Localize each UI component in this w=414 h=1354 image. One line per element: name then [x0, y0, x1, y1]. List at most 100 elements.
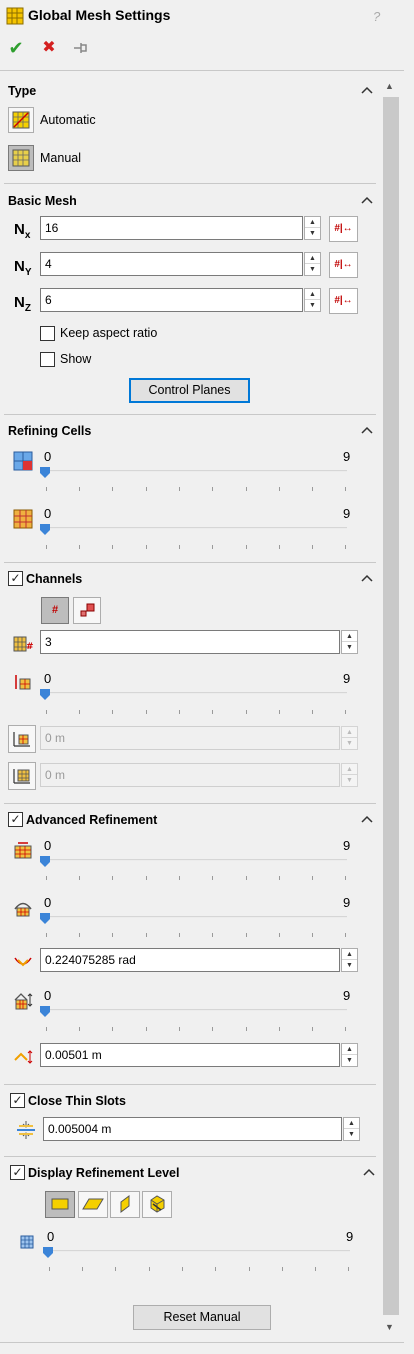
curvature-refinement-slider[interactable] — [44, 916, 347, 918]
max-channel-height-stepper[interactable]: ▲ ▼ — [341, 763, 358, 787]
min-channel-height-stepper[interactable]: ▲ ▼ — [341, 726, 358, 750]
automatic-button[interactable] — [8, 107, 34, 133]
spin-up-icon[interactable]: ▲ — [344, 1118, 359, 1129]
nz-stepper[interactable]: ▲ ▼ — [304, 288, 321, 312]
manual-mesh-icon — [12, 149, 30, 167]
spin-down-icon[interactable]: ▼ — [305, 228, 320, 239]
ok-button[interactable]: ✔ — [6, 38, 26, 58]
nx-field[interactable] — [40, 216, 303, 240]
spin-up-icon[interactable]: ▲ — [305, 217, 320, 228]
ny-cell-size-button[interactable]: #|↔ — [329, 252, 358, 278]
slider-value: 0 — [44, 895, 52, 910]
spin-up-icon[interactable]: ▲ — [305, 253, 320, 264]
close-thin-slots-checkbox[interactable]: ✓ — [10, 1093, 25, 1108]
thin-slot-field[interactable] — [43, 1117, 342, 1141]
scroll-up-icon[interactable]: ▲ — [385, 81, 394, 91]
tolerance-criterion-field[interactable] — [40, 1043, 340, 1067]
slider-thumb[interactable] — [40, 467, 50, 478]
channels-refinement-slider[interactable] — [44, 692, 347, 694]
tolerance-criterion-stepper[interactable]: ▲ ▼ — [341, 1043, 358, 1067]
automatic-label: Automatic — [40, 113, 96, 127]
spin-down-icon[interactable]: ▼ — [305, 264, 320, 275]
spin-down-icon[interactable]: ▼ — [342, 1055, 357, 1066]
spin-down-icon[interactable]: ▼ — [344, 1129, 359, 1140]
manual-label: Manual — [40, 151, 81, 165]
nz-field[interactable] — [40, 288, 303, 312]
tolerance-criterion-icon — [14, 1050, 33, 1064]
refining-cells-section-title: Refining Cells — [8, 424, 92, 438]
max-channel-height-button[interactable] — [8, 762, 36, 790]
spin-up-icon[interactable]: ▲ — [342, 1044, 357, 1055]
slider-max: 9 — [343, 671, 351, 686]
manual-button[interactable] — [8, 145, 34, 171]
slider-thumb[interactable] — [40, 856, 50, 867]
min-channel-height-button[interactable] — [8, 725, 36, 753]
min-channel-height-field[interactable] — [40, 726, 340, 750]
spin-up-icon[interactable]: ▲ — [342, 949, 357, 960]
collapse-chevron-icon[interactable] — [360, 573, 374, 583]
thin-slot-stepper[interactable]: ▲ ▼ — [343, 1117, 360, 1141]
display-refinement-level-checkbox[interactable]: ✓ — [10, 1165, 25, 1180]
tolerance-refinement-slider[interactable] — [44, 1009, 347, 1011]
keep-aspect-ratio-label: Keep aspect ratio — [60, 326, 158, 340]
ny-field[interactable] — [40, 252, 303, 276]
scrollbar-thumb[interactable] — [383, 97, 399, 1315]
scroll-down-icon[interactable]: ▼ — [385, 1322, 394, 1332]
nx-stepper[interactable]: ▲ ▼ — [304, 216, 321, 240]
slider-thumb[interactable] — [40, 913, 50, 924]
3d-view-button[interactable] — [142, 1191, 172, 1218]
plane-xy-button[interactable] — [45, 1191, 75, 1218]
min-channel-height-icon — [13, 732, 30, 747]
slider-thumb[interactable] — [40, 689, 50, 700]
collapse-chevron-icon[interactable] — [362, 1167, 376, 1177]
display-refinement-slider[interactable] — [47, 1250, 350, 1252]
collapse-chevron-icon[interactable] — [360, 85, 374, 95]
small-solid-features-slider[interactable] — [44, 859, 347, 861]
spin-down-icon[interactable]: ▼ — [342, 960, 357, 971]
help-icon[interactable]: ? — [373, 9, 380, 24]
fluid-cells-icon — [13, 451, 33, 471]
spin-up-icon[interactable]: ▲ — [342, 764, 357, 775]
plane-yz-button[interactable] — [110, 1191, 140, 1218]
collapse-chevron-icon[interactable] — [360, 195, 374, 205]
nx-cell-size-button[interactable]: #|↔ — [329, 216, 358, 242]
spin-up-icon[interactable]: ▲ — [342, 631, 357, 642]
spin-down-icon[interactable]: ▼ — [342, 775, 357, 786]
slider-thumb[interactable] — [43, 1247, 53, 1258]
channels-count-mode-button[interactable]: # — [41, 597, 69, 624]
pin-icon[interactable] — [72, 40, 90, 56]
spin-up-icon[interactable]: ▲ — [305, 289, 320, 300]
collapse-chevron-icon[interactable] — [360, 814, 374, 824]
ny-stepper[interactable]: ▲ ▼ — [304, 252, 321, 276]
spin-down-icon[interactable]: ▼ — [342, 642, 357, 653]
refining-fluid-slider[interactable] — [44, 470, 347, 472]
plane-xz-icon — [82, 1198, 104, 1210]
channels-size-mode-button[interactable] — [73, 597, 101, 624]
curvature-criterion-stepper[interactable]: ▲ ▼ — [341, 948, 358, 972]
collapse-chevron-icon[interactable] — [360, 425, 374, 435]
slider-thumb[interactable] — [40, 524, 50, 535]
show-checkbox[interactable] — [40, 352, 55, 367]
channel-count-icon: # — [13, 636, 34, 652]
max-channel-height-field[interactable] — [40, 763, 340, 787]
spin-up-icon[interactable]: ▲ — [342, 727, 357, 738]
reset-manual-button[interactable]: Reset Manual — [133, 1305, 271, 1330]
slider-thumb[interactable] — [40, 1006, 50, 1017]
keep-aspect-ratio-checkbox[interactable] — [40, 326, 55, 341]
basic-mesh-section-title: Basic Mesh — [8, 194, 77, 208]
refining-solid-slider[interactable] — [44, 527, 347, 529]
nz-subscript: Z — [24, 303, 31, 314]
curvature-criterion-field[interactable] — [40, 948, 340, 972]
advanced-refinement-checkbox[interactable]: ✓ — [8, 812, 23, 827]
plane-xy-icon — [51, 1198, 69, 1210]
cancel-button[interactable]: ✖ — [39, 38, 59, 58]
svg-text:#: # — [26, 642, 34, 652]
nz-cell-size-button[interactable]: #|↔ — [329, 288, 358, 314]
spin-down-icon[interactable]: ▼ — [305, 300, 320, 311]
control-planes-button[interactable]: Control Planes — [129, 378, 250, 403]
plane-xz-button[interactable] — [78, 1191, 108, 1218]
channels-count-stepper[interactable]: ▲ ▼ — [341, 630, 358, 654]
channels-checkbox[interactable]: ✓ — [8, 571, 23, 586]
channels-count-field[interactable] — [40, 630, 340, 654]
spin-down-icon[interactable]: ▼ — [342, 738, 357, 749]
